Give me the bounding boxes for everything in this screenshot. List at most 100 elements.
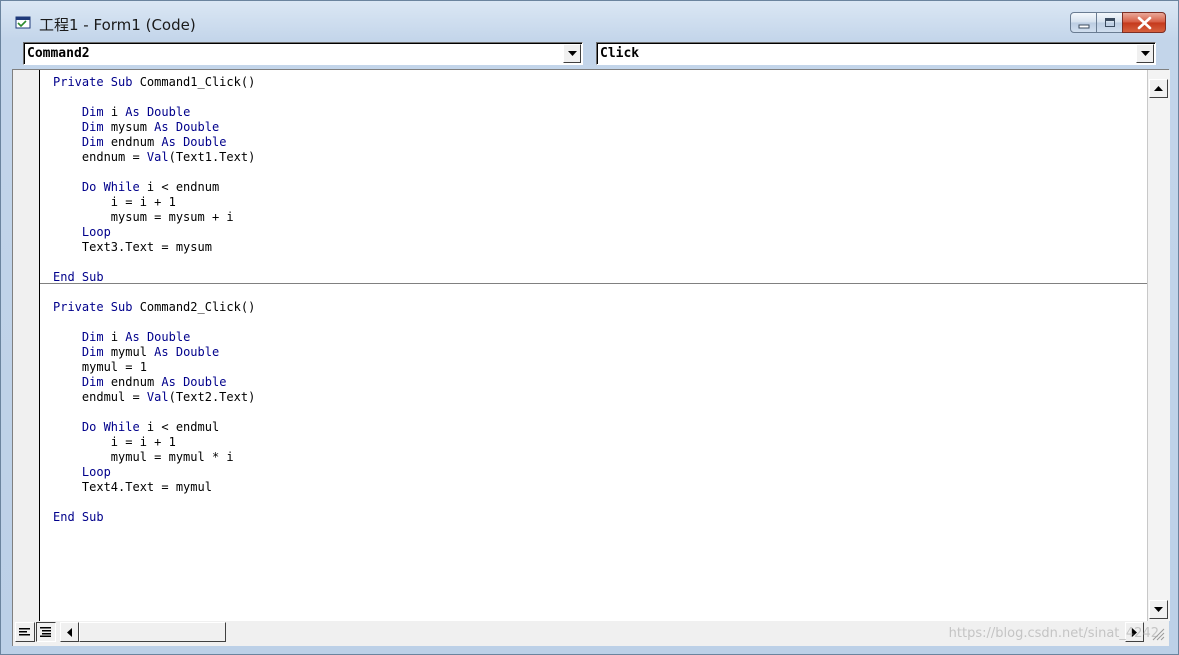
code-line[interactable]: endnum = Val(Text1.Text) xyxy=(40,150,1147,165)
code-line[interactable]: Dim i As Double xyxy=(40,330,1147,345)
code-keyword: As Double xyxy=(154,120,220,134)
code-keyword: As Double xyxy=(154,345,220,359)
bottom-bar: https://blog.csdn.net/sinat_4242 xyxy=(13,621,1169,645)
scroll-up-button[interactable] xyxy=(1149,79,1168,98)
code-line[interactable]: i = i + 1 xyxy=(40,435,1147,450)
code-keyword: End Sub xyxy=(53,270,104,284)
scroll-left-button[interactable] xyxy=(60,622,79,642)
code-text: endnum xyxy=(103,375,162,389)
code-keyword: Loop xyxy=(81,225,111,239)
code-line[interactable]: Do While i < endnum xyxy=(40,180,1147,195)
code-text: Command2_Click() xyxy=(132,300,256,314)
procedure-separator xyxy=(40,283,1147,284)
code-text-area[interactable]: Private Sub Command1_Click() Dim i As Do… xyxy=(40,70,1147,621)
procedure-combo-dropdown-button[interactable] xyxy=(1136,44,1154,63)
code-line[interactable]: Private Sub Command2_Click() xyxy=(40,300,1147,315)
chevron-down-icon xyxy=(1141,51,1150,56)
full-module-view-icon xyxy=(40,627,51,637)
code-keyword: Private Sub xyxy=(53,300,133,314)
code-line[interactable] xyxy=(40,90,1147,105)
code-line[interactable] xyxy=(40,495,1147,510)
vertical-scrollbar[interactable] xyxy=(1147,70,1170,621)
code-line[interactable] xyxy=(40,315,1147,330)
procedure-combo-value: Click xyxy=(600,46,640,61)
code-text: mysum = mysum + i xyxy=(53,210,234,224)
close-icon xyxy=(1137,16,1152,30)
code-keyword: As Double xyxy=(161,375,227,389)
code-text: endnum = xyxy=(53,150,147,164)
code-keyword: Do While xyxy=(81,420,140,434)
code-line[interactable]: mysum = mysum + i xyxy=(40,210,1147,225)
window-title: 工程1 - Form1 (Code) xyxy=(39,16,196,34)
code-keyword: Private Sub xyxy=(53,75,133,89)
margin-indicator-bar[interactable] xyxy=(13,70,40,621)
code-line[interactable]: endmul = Val(Text2.Text) xyxy=(40,390,1147,405)
code-line[interactable]: Dim i As Double xyxy=(40,105,1147,120)
code-line[interactable]: Text3.Text = mysum xyxy=(40,240,1147,255)
horizontal-scrollbar[interactable] xyxy=(60,622,226,642)
procedure-block[interactable]: Private Sub Command1_Click() Dim i As Do… xyxy=(40,75,1147,285)
code-line[interactable]: mymul = mymul * i xyxy=(40,450,1147,465)
code-text: (Text1.Text) xyxy=(168,150,256,164)
procedure-view-icon xyxy=(19,628,30,636)
code-line[interactable]: mymul = 1 xyxy=(40,360,1147,375)
code-keyword: Dim xyxy=(81,105,104,119)
code-line[interactable]: Dim endnum As Double xyxy=(40,375,1147,390)
code-line[interactable] xyxy=(40,165,1147,180)
object-combo[interactable]: Command2 xyxy=(23,42,583,65)
code-text: i < endnum xyxy=(139,180,220,194)
code-text: endnum xyxy=(103,135,162,149)
code-line[interactable]: Private Sub Command1_Click() xyxy=(40,75,1147,90)
chevron-down-icon xyxy=(1154,607,1163,612)
code-keyword: Dim xyxy=(81,375,104,389)
code-line[interactable] xyxy=(40,255,1147,270)
code-line[interactable]: Dim mymul As Double xyxy=(40,345,1147,360)
code-line[interactable]: Text4.Text = mymul xyxy=(40,480,1147,495)
object-combo-value: Command2 xyxy=(27,46,90,61)
code-text: mysum xyxy=(103,120,155,134)
code-keyword: Val xyxy=(146,150,169,164)
horizontal-scroll-thumb[interactable] xyxy=(79,622,226,642)
minimize-icon xyxy=(1078,24,1090,29)
code-keyword: Dim xyxy=(81,120,104,134)
code-line[interactable]: End Sub xyxy=(40,510,1147,525)
close-button[interactable] xyxy=(1122,12,1166,33)
code-keyword: Dim xyxy=(81,135,104,149)
code-line[interactable]: Do While i < endmul xyxy=(40,420,1147,435)
code-line[interactable]: i = i + 1 xyxy=(40,195,1147,210)
code-editor: Private Sub Command1_Click() Dim i As Do… xyxy=(12,69,1170,646)
code-text: endmul = xyxy=(53,390,147,404)
code-keyword: Do While xyxy=(81,180,140,194)
code-window: 工程1 - Form1 (Code) Command2 Click Privat… xyxy=(0,0,1179,655)
code-keyword: Dim xyxy=(81,330,104,344)
minimize-button[interactable] xyxy=(1070,12,1097,33)
code-line[interactable]: Dim endnum As Double xyxy=(40,135,1147,150)
code-text: i = i + 1 xyxy=(53,195,176,209)
code-keyword: Loop xyxy=(81,465,111,479)
code-text: Text4.Text = mymul xyxy=(53,480,212,494)
code-line[interactable]: Loop xyxy=(40,225,1147,240)
code-line[interactable]: Loop xyxy=(40,465,1147,480)
procedure-view-button[interactable] xyxy=(15,622,35,642)
code-text: mymul = 1 xyxy=(53,360,147,374)
code-text: mymul xyxy=(103,345,155,359)
code-line[interactable] xyxy=(40,405,1147,420)
full-module-view-button[interactable] xyxy=(36,622,56,642)
code-keyword: Dim xyxy=(81,345,104,359)
maximize-icon xyxy=(1105,18,1115,27)
chevron-left-icon xyxy=(67,628,72,637)
chevron-up-icon xyxy=(1154,86,1163,91)
procedure-combo[interactable]: Click xyxy=(596,42,1156,65)
maximize-button[interactable] xyxy=(1096,12,1123,33)
title-bar[interactable]: 工程1 - Form1 (Code) xyxy=(1,1,1178,39)
procedure-block[interactable]: Private Sub Command2_Click() Dim i As Do… xyxy=(40,300,1147,525)
code-line[interactable]: Dim mysum As Double xyxy=(40,120,1147,135)
object-combo-dropdown-button[interactable] xyxy=(563,44,581,63)
code-text: i xyxy=(103,105,126,119)
scroll-down-button[interactable] xyxy=(1149,600,1168,619)
